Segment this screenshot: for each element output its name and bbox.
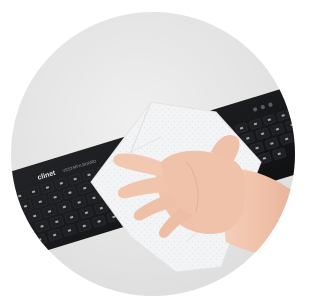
circular-photo-frame: clinet VESTARYLBOARD	[11, 12, 295, 296]
keyboard-cleaning-photo: clinet VESTARYLBOARD	[11, 12, 295, 296]
image-canvas: clinet VESTARYLBOARD	[0, 0, 296, 306]
